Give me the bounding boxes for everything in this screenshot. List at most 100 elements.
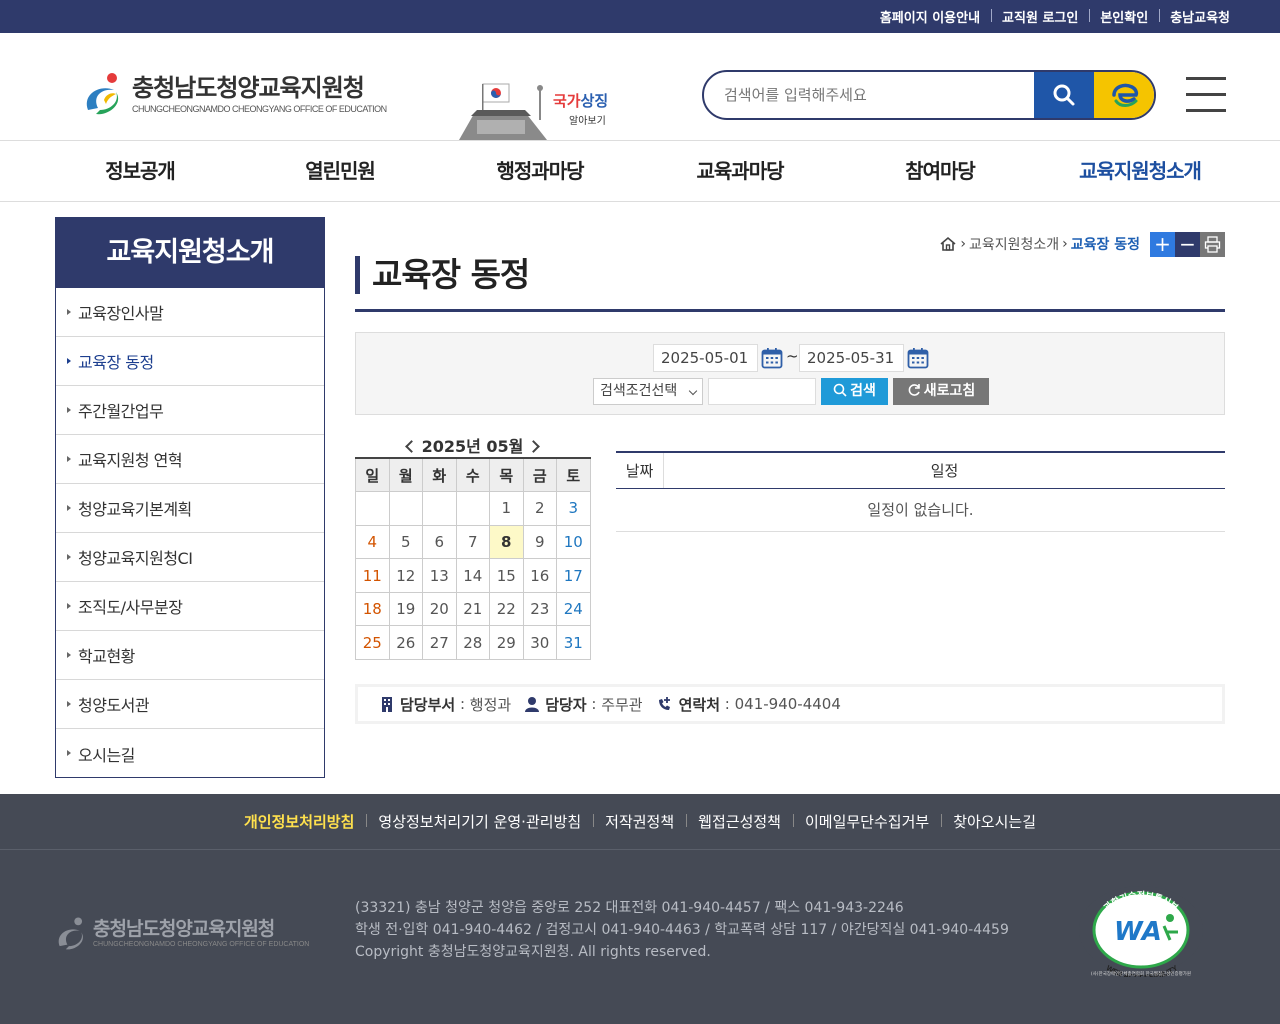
calendar-day-cell[interactable]: 25 [355,625,390,661]
calendar-week-row: 25 26 27 28 29 30 31 [355,625,591,661]
breadcrumb-parent[interactable]: 교육지원청소개 [969,234,1059,254]
footer-link-cctv[interactable]: 영상정보처리기기 운영·관리방침 [366,811,593,832]
calendar-day-cell[interactable]: 19 [388,591,423,627]
calendar-week-row: 4 5 6 7 8 9 10 [355,524,591,560]
calendar-day-cell[interactable]: 7 [455,524,490,560]
calendar-day-cell[interactable]: 29 [489,625,524,661]
person-colon: : [586,695,602,713]
calendar-day-cell[interactable]: 3 [556,491,591,526]
home-icon[interactable] [939,236,957,252]
calendar-day-cell[interactable]: 14 [455,558,490,593]
utility-link-identity[interactable]: 본인확인 [1089,7,1159,26]
sidebar-item-library[interactable]: 청양도서관 [56,680,324,729]
logo-name-ko: 충청남도청양교육지원청 [132,74,365,102]
print-button[interactable] [1200,232,1225,257]
calendar-day-cell[interactable]: 26 [388,625,423,661]
footer-link-accessibility[interactable]: 웹접근성정책 [686,811,793,832]
calendar-day-cell[interactable]: 28 [455,625,490,661]
gnb-item-civil-petition[interactable]: 열린민원 [240,141,440,201]
search-icon [833,383,847,397]
calendar-day-cell[interactable]: 1 [489,491,524,526]
sidebar-item-weekly-monthly-work[interactable]: 주간월간업무 [56,386,324,435]
search-icon [1053,84,1075,106]
calendar-empty-cell [388,491,423,526]
calendar-day-cell[interactable]: 15 [489,558,524,593]
building-icon [382,697,392,712]
calendar-day-cell[interactable]: 21 [455,591,490,627]
gnb-item-education[interactable]: 교육과마당 [640,141,840,201]
calendar-day-cell[interactable]: 10 [556,524,591,560]
calendar-day-cell[interactable]: 20 [422,591,457,627]
search-button[interactable] [1034,72,1094,118]
refresh-button[interactable]: 새로고침 [893,378,989,405]
start-date-input[interactable]: 2025-05-01 [653,344,758,372]
sidebar-item-schools[interactable]: 학교현황 [56,631,324,680]
calendar-day-cell[interactable]: 24 [556,591,591,627]
calendar-day-cell[interactable]: 9 [522,524,557,560]
calendar-day-cell[interactable]: 5 [388,524,423,560]
person-value: 주무관 [601,695,643,714]
mini-calendar: 일 월 화 수 목 금 토 1 2 3 4 5 6 7 8 9 10 11 12 13 14 15 16 17 1… [355,457,591,661]
sidebar-item-superintendent-news[interactable]: 교육장 동정 [56,337,324,386]
calendar-week-row: 123 [355,491,591,526]
calendar-day-cell[interactable]: 13 [422,558,457,593]
next-month-icon[interactable] [527,440,541,453]
zoom-in-button[interactable]: + [1150,232,1175,257]
calendar-day-cell[interactable]: 22 [489,591,524,627]
calendar-day-cell[interactable]: 27 [422,625,457,661]
search-submit-button[interactable]: 검색 [821,378,888,405]
utility-bar: 홈페이지 이용안내 교직원 로그인 본인확인 충남교육청 [0,0,1280,33]
calendar-day-cell[interactable]: 6 [422,524,457,560]
svg-text:WA: WA [1114,917,1162,947]
keyword-input[interactable] [708,378,816,405]
sidebar-item-basic-plan[interactable]: 청양교육기본계획 [56,484,324,533]
footer-logo-name-en: CHUNGCHEONGNAMDO CHEONGYANG OFFICE OF ED… [93,941,310,948]
calendar-day-cell[interactable]: 11 [355,558,390,593]
breadcrumb-current: 교육장 동정 [1070,237,1140,253]
calendar-day-cell[interactable]: 23 [522,591,557,627]
calendar-day-cell[interactable]: 2 [522,491,557,526]
search-condition-select[interactable]: 검색조건선택 [593,378,703,405]
gnb-item-about[interactable]: 교육지원청소개 [1040,141,1240,201]
end-date-input[interactable]: 2025-05-31 [799,344,904,372]
utility-link-staff-login[interactable]: 교직원 로그인 [991,7,1089,26]
calendar-day-cell[interactable]: 18 [355,591,390,627]
gnb-item-participation[interactable]: 참여마당 [840,141,1040,201]
sidebar-item-directions[interactable]: 오시는길 [56,729,324,778]
calendar-empty-cell [355,491,390,526]
calendar-day-cell[interactable]: 31 [556,625,591,661]
zoom-out-button[interactable]: − [1175,232,1200,257]
footer-link-email-refusal[interactable]: 이메일무단수집거부 [792,811,941,832]
footer-link-directions[interactable]: 찾아오시는길 [941,811,1048,832]
sidebar-item-ci[interactable]: 청양교육지원청CI [56,533,324,582]
prev-month-icon[interactable] [404,440,418,453]
gnb-item-info-disclosure[interactable]: 정보공개 [40,141,240,201]
calendar-day-cell[interactable]: 30 [522,625,557,661]
national-symbol-banner[interactable]: 국가상징 알아보기 [455,74,610,140]
contact-value: 041-940-4404 [734,695,841,713]
site-logo[interactable]: 충청남도청양교육지원청 CHUNGCHEONGNAMDO CHEONGYANG … [82,68,412,120]
sidebar-item-organization[interactable]: 조직도/사무분장 [56,582,324,631]
dept-label: 담당부서 [400,695,456,714]
sidebar-item-greeting[interactable]: 교육장인사말 [56,288,324,337]
calendar-day-cell[interactable]: 4 [355,524,390,560]
sidebar-item-history[interactable]: 교육지원청 연혁 [56,435,324,484]
person-icon [525,697,540,712]
utility-link-chungnam-office[interactable]: 충남교육청 [1159,7,1230,26]
calendar-day-cell[interactable]: 8 [489,524,524,560]
calendar-empty-cell [422,491,457,526]
calendar-icon[interactable] [761,347,783,369]
gnb-item-admin[interactable]: 행정과마당 [440,141,640,201]
footer-link-privacy[interactable]: 개인정보처리방침 [232,811,366,832]
utility-link-guide[interactable]: 홈페이지 이용안내 [869,7,991,26]
e-search-button[interactable] [1094,72,1154,118]
calendar-week-row: 18 19 20 21 22 23 24 [355,591,591,627]
calendar-icon[interactable] [907,347,929,369]
dept-info: 담당부서 : 행정과 [380,694,511,715]
all-menu-button[interactable] [1186,77,1226,112]
calendar-day-cell[interactable]: 16 [522,558,557,593]
search-input[interactable] [724,72,1024,118]
calendar-day-cell[interactable]: 12 [388,558,423,593]
calendar-day-cell[interactable]: 17 [556,558,591,593]
footer-link-copyright[interactable]: 저작권정책 [593,811,686,832]
